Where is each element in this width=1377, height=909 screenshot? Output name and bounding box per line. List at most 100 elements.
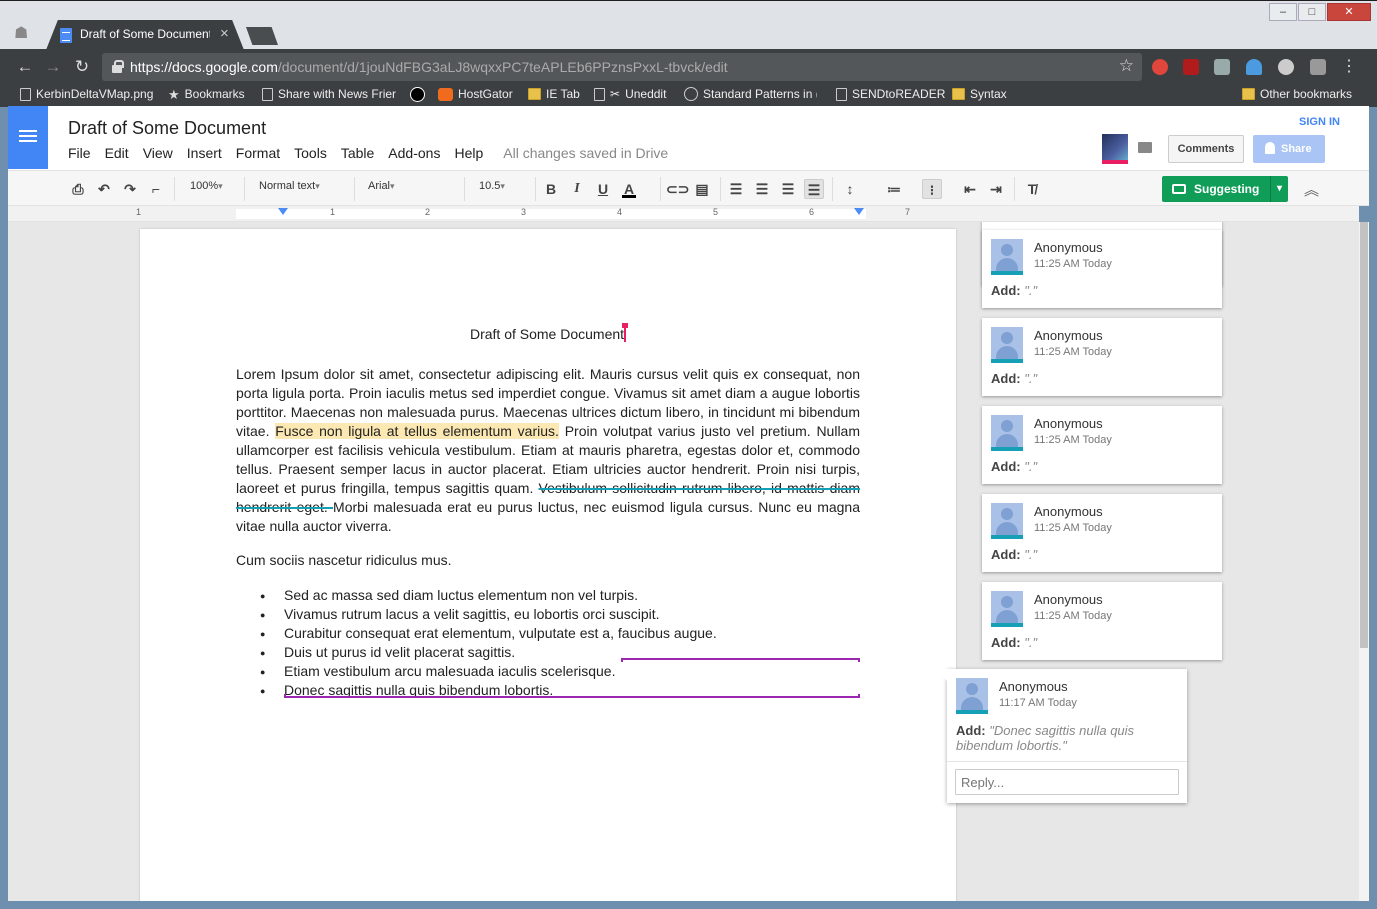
maximize-button[interactable]: □	[1298, 3, 1326, 21]
style-select[interactable]: Normal text	[259, 180, 339, 192]
share-button[interactable]: Share	[1253, 135, 1325, 163]
font-size-select[interactable]: 10.5	[479, 180, 523, 192]
bookmark-item[interactable]: Standard Patterns in (	[684, 87, 817, 101]
comment-card[interactable]: Anonymous 11:25 AM Today Add: "."	[982, 230, 1222, 308]
address-bar[interactable]: https://docs.google.com/document/d/1jouN…	[102, 53, 1142, 81]
bookmark-item[interactable]	[410, 87, 425, 102]
font-select[interactable]: Arial	[368, 180, 452, 192]
list-item[interactable]: Curabitur consequat erat elementum, vulp…	[260, 624, 860, 644]
bookmark-item[interactable]: IE Tab	[528, 87, 580, 101]
menu-help[interactable]: Help	[454, 145, 483, 161]
right-indent-marker[interactable]	[854, 208, 864, 215]
document-page[interactable]: Draft of Some Document Lorem Ipsum dolor…	[140, 229, 956, 901]
bookmark-item[interactable]: HostGator	[438, 87, 513, 101]
suggesting-mode-button[interactable]: Suggesting	[1162, 176, 1288, 202]
undo-icon[interactable]: ↶	[94, 179, 114, 199]
extension-icon[interactable]	[1214, 59, 1230, 75]
formatting-toolbar: ⎙ ↶ ↷ ⌐ 100% Normal text Arial 10.5 B I …	[8, 170, 1369, 206]
list-item[interactable]: Vivamus rutrum lacus a velit sagittis, e…	[260, 605, 860, 625]
text-cursor	[622, 323, 629, 342]
justify-icon[interactable]: ☰	[804, 179, 824, 199]
underline-icon[interactable]: U	[593, 179, 613, 199]
sign-in-link[interactable]: SIGN IN	[1299, 116, 1340, 128]
reply-input[interactable]	[955, 769, 1179, 795]
comment-icon[interactable]	[1136, 138, 1156, 160]
bookmark-item[interactable]: SENDtoREADER	[836, 87, 945, 101]
bookmark-item[interactable]: ★ Bookmarks	[168, 87, 245, 101]
bold-icon[interactable]: B	[541, 179, 561, 199]
save-status[interactable]: All changes saved in Drive	[503, 145, 668, 161]
back-icon[interactable]: ←	[14, 56, 36, 78]
extension-icon[interactable]	[1278, 59, 1294, 75]
comment-card[interactable]: Anonymous 11:25 AM Today Add: "."	[982, 406, 1222, 484]
list-item[interactable]: Etiam vestibulum arcu malesuada iaculis …	[260, 662, 860, 682]
comment-time: 11:25 AM Today	[1034, 522, 1112, 534]
scissors-icon: ✂	[610, 87, 621, 101]
bookmark-star-icon[interactable]: ☆	[1119, 56, 1134, 76]
redo-icon[interactable]: ↷	[120, 179, 140, 199]
bulleted-list-icon[interactable]: ⁝	[922, 179, 942, 199]
menu-format[interactable]: Format	[236, 145, 280, 161]
avatar[interactable]	[1102, 134, 1128, 164]
align-left-icon[interactable]: ☰	[726, 179, 746, 199]
decrease-indent-icon[interactable]: ⇤	[960, 179, 980, 199]
menu-view[interactable]: View	[143, 145, 173, 161]
numbered-list-icon[interactable]: ≔	[884, 179, 904, 199]
insert-comment-icon[interactable]: ▤	[692, 179, 712, 199]
menu-edit[interactable]: Edit	[105, 145, 129, 161]
docs-home-icon[interactable]	[8, 106, 48, 169]
other-bookmarks[interactable]: Other bookmarks	[1242, 87, 1352, 101]
minimize-button[interactable]: –	[1269, 3, 1297, 21]
align-right-icon[interactable]: ☰	[778, 179, 798, 199]
align-center-icon[interactable]: ☰	[752, 179, 772, 199]
menu-tools[interactable]: Tools	[294, 145, 327, 161]
comment-card[interactable]: Anonymous 11:25 AM Today Add: "."	[982, 582, 1222, 660]
menu-insert[interactable]: Insert	[187, 145, 222, 161]
left-indent-marker[interactable]	[278, 208, 288, 215]
comment-card[interactable]: Anonymous 11:25 AM Today Add: "."	[982, 318, 1222, 396]
bookmark-item[interactable]: Share with News Frier	[262, 87, 396, 101]
ghostery-extension-icon[interactable]	[1246, 59, 1262, 75]
clear-formatting-icon[interactable]: T̸	[1022, 179, 1042, 199]
highlighted-comment-text[interactable]: Fusce non ligula at tellus elementum var…	[275, 423, 559, 439]
comment-body: Add: "."	[991, 371, 1038, 386]
document-scrollbar[interactable]	[1359, 222, 1369, 901]
menu-addons[interactable]: Add-ons	[388, 145, 440, 161]
profile-icon[interactable]: ☗	[14, 23, 34, 43]
text-color-icon[interactable]: A	[619, 179, 639, 199]
comment-body: Add: "."	[991, 635, 1038, 650]
browser-tab-active[interactable]: Draft of Some Document ×	[46, 20, 244, 50]
comment-body: Add: "Donec sagittis nulla quis bibendum…	[956, 723, 1135, 753]
list-item[interactable]: Sed ac massa sed diam luctus elementum n…	[260, 586, 860, 606]
chrome-menu-icon[interactable]: ⋮	[1341, 56, 1357, 76]
brave-extension-icon[interactable]	[1152, 59, 1168, 75]
ublock-extension-icon[interactable]	[1183, 59, 1199, 75]
close-window-button[interactable]: ✕	[1327, 3, 1371, 21]
tab-close-icon[interactable]: ×	[220, 25, 229, 42]
paragraph[interactable]: Lorem Ipsum dolor sit amet, consectetur …	[236, 365, 860, 536]
link-icon[interactable]: ⊂⊃	[666, 179, 689, 199]
comment-card[interactable]: Anonymous 11:25 AM Today Add: "."	[982, 494, 1222, 572]
active-comment-card[interactable]: Anonymous 11:17 AM Today Add: "Donec sag…	[935, 669, 1187, 803]
zoom-select[interactable]: 100%	[190, 180, 238, 192]
bookmark-item[interactable]: ✂ Uneddit	[594, 87, 666, 101]
increase-indent-icon[interactable]: ⇥	[986, 179, 1006, 199]
document-title[interactable]: Draft of Some Document	[68, 118, 266, 139]
reload-icon[interactable]: ↻	[71, 56, 93, 78]
document-heading[interactable]: Draft of Some Document	[236, 323, 860, 344]
forward-icon[interactable]: →	[42, 56, 64, 78]
bookmark-item[interactable]: KerbinDeltaVMap.png	[20, 87, 153, 101]
bookmark-item[interactable]: Syntax	[952, 87, 1007, 101]
collapse-menu-icon[interactable]: ︽	[1304, 179, 1319, 200]
comments-button[interactable]: Comments	[1168, 135, 1244, 163]
menu-file[interactable]: File	[68, 145, 91, 161]
menu-table[interactable]: Table	[341, 145, 374, 161]
italic-icon[interactable]: I	[567, 179, 587, 199]
s-extension-icon[interactable]	[1310, 59, 1326, 75]
scrollbar-thumb[interactable]	[1360, 222, 1368, 648]
print-icon[interactable]: ⎙	[68, 179, 88, 199]
line-spacing-icon[interactable]: ↕	[840, 179, 860, 199]
paragraph[interactable]: Cum sociis nascetur ridiculus mus.	[236, 551, 860, 570]
new-tab-button[interactable]	[246, 27, 278, 45]
paint-format-icon[interactable]: ⌐	[146, 179, 166, 199]
